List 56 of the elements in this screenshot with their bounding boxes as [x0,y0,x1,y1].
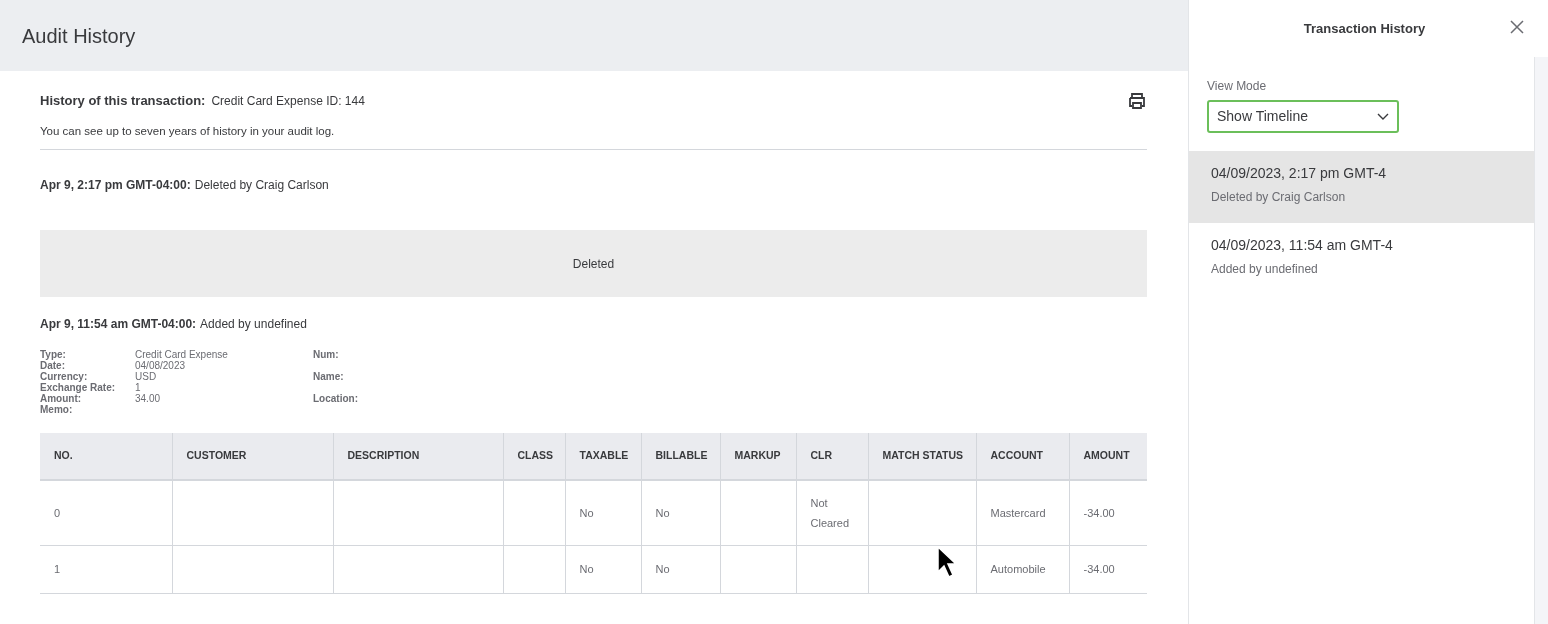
summary-value: Credit Card Expense ID: 144 [211,93,365,110]
column-header: TAXABLE [565,433,641,481]
detail-label: Location: [313,393,359,405]
detail-label: Date: [40,360,66,372]
event-action: Deleted by Craig Carlson [194,177,329,195]
column-header: CUSTOMER [172,433,333,481]
table-cell: No [565,545,641,594]
table-cell: 0 [40,480,172,546]
column-header: CLR [796,433,868,481]
detail-value: USD [135,371,158,383]
column-header: CLASS [503,433,565,481]
view-mode-label: View Mode [1207,78,1268,95]
page-title: Audit History [22,23,136,49]
table-cell: Not Cleared [796,480,868,546]
print-icon[interactable] [1127,91,1147,111]
view-mode-dropdown[interactable]: Show Timeline [1207,100,1399,133]
detail-value: 1 [135,382,142,394]
timeline-subtitle: Deleted by Craig Carlson [1211,189,1346,206]
timeline-item[interactable]: 04/09/2023, 2:17 pm GMT-4 Deleted by Craig Carlson [1189,151,1534,223]
column-header: MARKUP [720,433,796,481]
table-cell: Mastercard [976,480,1069,546]
detail-label: Currency: [40,371,89,383]
panel-title: Transaction History [1303,19,1427,38]
column-header: ACCOUNT [976,433,1069,481]
table-cell: -34.00 [1069,480,1147,546]
timeline-subtitle: Added by undefined [1211,261,1318,278]
event-timestamp: Apr 9, 2:17 pm GMT-04:00: [40,177,191,195]
table-cell: 1 [40,545,172,594]
column-header: DESCRIPTION [333,433,503,481]
detail-label: Type: [40,349,67,361]
summary-label: History of this transaction: [40,92,206,110]
detail-label: Exchange Rate: [40,382,117,394]
close-icon[interactable] [1510,20,1524,34]
event-action: Added by undefined [200,316,307,334]
deleted-banner: Deleted [40,230,1147,298]
table-cell: Automobile [976,545,1069,594]
detail-value: 34.00 [135,393,162,405]
event-timestamp: Apr 9, 11:54 am GMT-04:00: [40,316,197,334]
table-cell: No [565,480,641,546]
timeline-date: 04/09/2023, 11:54 am GMT-4 [1211,236,1393,255]
chevron-down-icon [1377,112,1389,121]
table-cell: No [641,480,720,546]
column-header: MATCH STATUS [868,433,976,481]
column-header: BILLABLE [641,433,720,481]
detail-value: Credit Card Expense [135,349,229,361]
table-cell: No [641,545,720,594]
history-note: You can see up to seven years of history in your audit log. [40,123,1147,151]
detail-label: Memo: [40,404,74,416]
column-header: AMOUNT [1069,433,1147,481]
column-header: NO. [40,433,172,481]
detail-label: Num: [313,349,340,361]
detail-value: 04/08/2023 [135,360,187,372]
detail-label: Amount: [40,393,82,405]
detail-label: Name: [313,371,345,383]
table-cell: -34.00 [1069,545,1147,594]
timeline-date: 04/09/2023, 2:17 pm GMT-4 [1211,164,1387,183]
